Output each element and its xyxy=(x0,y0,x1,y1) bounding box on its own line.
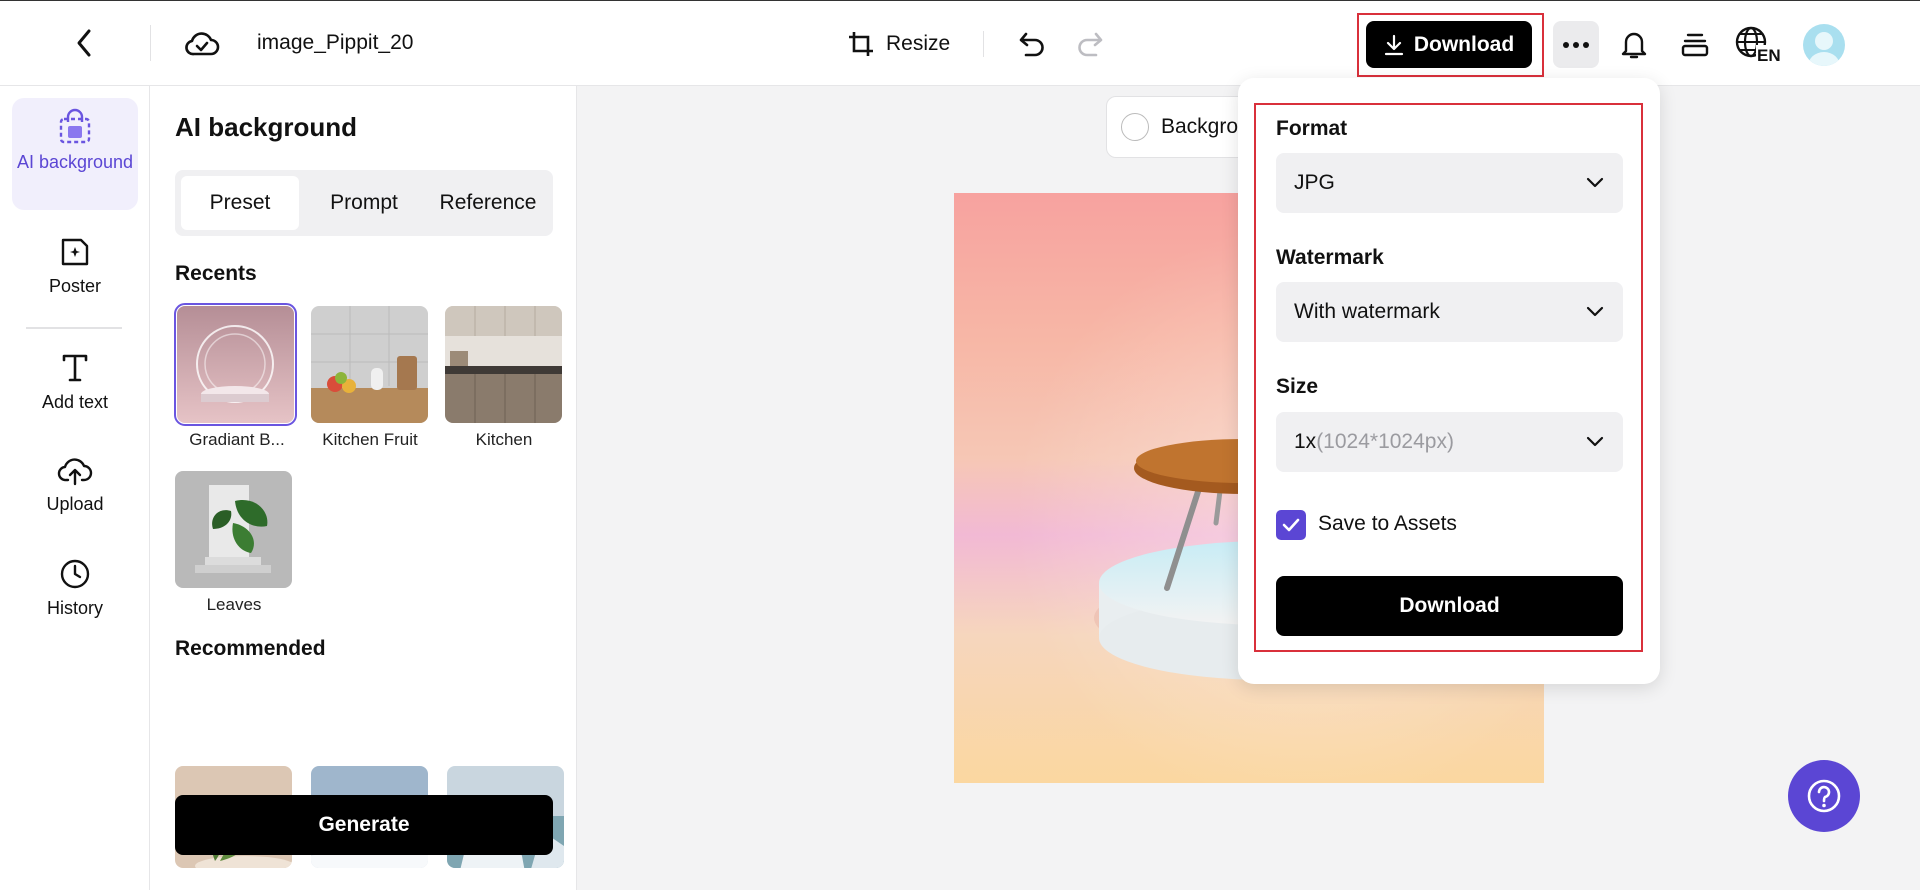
cloud-sync-button[interactable] xyxy=(182,23,222,63)
preset-label: Kitchen xyxy=(475,430,533,449)
save-to-assets-checkbox[interactable] xyxy=(1276,510,1306,540)
tab-reference[interactable]: Reference xyxy=(429,176,547,230)
undo-button[interactable] xyxy=(1014,25,1050,63)
text-icon xyxy=(62,354,88,382)
resize-button[interactable]: Resize xyxy=(846,23,950,65)
preset-label: Leaves xyxy=(206,595,262,614)
kitchen-fruit-preview-image xyxy=(311,306,428,423)
kitchen-preview-image xyxy=(445,306,562,423)
ai-background-panel: AI background Preset Prompt Reference Re… xyxy=(150,86,577,890)
avatar[interactable] xyxy=(1803,24,1845,66)
chevron-down-icon xyxy=(1586,436,1604,447)
size-select[interactable]: 1x(1024*1024px) xyxy=(1276,412,1623,472)
redo-button[interactable] xyxy=(1072,25,1108,63)
divider xyxy=(983,31,984,57)
redo-icon xyxy=(1078,32,1103,57)
format-value: JPG xyxy=(1294,171,1335,194)
help-button[interactable] xyxy=(1788,760,1860,832)
left-rail: AI background Poster Add text Upload His… xyxy=(0,86,150,890)
tab-prompt[interactable]: Prompt xyxy=(305,176,423,230)
rail-item-add-text[interactable]: Add text xyxy=(12,352,138,422)
lang-text: EN xyxy=(1757,46,1781,63)
size-value-group: 1x(1024*1024px) xyxy=(1294,430,1454,454)
bag-icon xyxy=(59,108,91,144)
preset-thumb-gradiant[interactable] xyxy=(174,303,297,426)
size-hint: (1024*1024px) xyxy=(1316,430,1454,453)
divider xyxy=(150,25,151,61)
layers-button[interactable] xyxy=(1675,23,1715,65)
rail-label: AI background xyxy=(16,152,134,172)
format-select[interactable]: JPG xyxy=(1276,153,1623,213)
tab-group: Preset Prompt Reference xyxy=(175,170,553,236)
format-label: Format xyxy=(1276,117,1348,140)
tab-preset[interactable]: Preset xyxy=(181,176,299,230)
save-to-assets-label[interactable]: Save to Assets xyxy=(1318,512,1457,536)
gradiant-preview-image xyxy=(177,306,294,423)
leaves-preview-image xyxy=(175,471,292,588)
preset-thumb-kitchen[interactable] xyxy=(445,306,562,423)
download-button[interactable]: Download xyxy=(1366,21,1532,68)
bell-icon xyxy=(1621,32,1647,59)
poster-icon xyxy=(61,238,89,266)
rail-item-history[interactable]: History xyxy=(12,558,138,628)
resize-label: Resize xyxy=(886,32,951,55)
preset-thumb-leaves[interactable] xyxy=(175,471,292,588)
panel-title: AI background xyxy=(175,112,358,142)
chevron-down-icon xyxy=(1586,306,1604,317)
globe-icon: EN xyxy=(1735,26,1782,63)
recents-heading: Recents xyxy=(175,262,257,285)
size-value: 1x xyxy=(1294,430,1317,453)
undo-icon xyxy=(1019,32,1044,57)
question-icon xyxy=(1807,779,1841,813)
rail-divider xyxy=(26,327,122,329)
user-avatar-icon xyxy=(1808,32,1840,66)
watermark-label: Watermark xyxy=(1276,246,1384,269)
download-label: Download xyxy=(1413,32,1515,56)
chevron-down-icon xyxy=(1586,177,1604,188)
generate-button[interactable]: Generate xyxy=(175,795,553,855)
preset-label: Kitchen Fruit xyxy=(322,430,418,449)
more-button[interactable] xyxy=(1553,21,1599,68)
back-button[interactable] xyxy=(66,23,102,63)
menu-download-button[interactable]: Download xyxy=(1276,576,1623,636)
top-bar: image_Pippit_20 Resize Download EN xyxy=(0,0,1920,86)
watermark-select[interactable]: With watermark xyxy=(1276,282,1623,342)
notifications-button[interactable] xyxy=(1614,23,1654,65)
rail-label: Poster xyxy=(48,276,102,296)
checkmark-icon xyxy=(1282,518,1300,532)
preset-thumb-kitchen-fruit[interactable] xyxy=(311,306,428,423)
rail-item-poster[interactable]: Poster xyxy=(12,236,138,306)
watermark-value: With watermark xyxy=(1294,300,1440,323)
more-dots-icon xyxy=(1563,41,1589,48)
clock-icon xyxy=(60,559,90,589)
download-icon xyxy=(1384,34,1403,55)
radio-circle xyxy=(1121,113,1149,141)
rail-label: History xyxy=(46,598,103,618)
layers-icon xyxy=(1681,33,1709,57)
preset-label: Gradiant B... xyxy=(189,430,285,449)
rail-item-ai-background[interactable]: AI background xyxy=(12,98,138,210)
size-label: Size xyxy=(1276,375,1319,398)
rail-item-upload[interactable]: Upload xyxy=(12,456,138,526)
resize-icon xyxy=(849,32,873,56)
rail-label: Add text xyxy=(41,392,109,412)
recommended-heading: Recommended xyxy=(175,637,326,660)
language-button[interactable]: EN xyxy=(1734,23,1782,65)
chevron-left-icon xyxy=(77,29,91,57)
upload-cloud-icon xyxy=(57,458,93,486)
rail-label: Upload xyxy=(46,494,104,514)
file-name[interactable]: image_Pippit_20 xyxy=(257,31,417,55)
cloud-check-icon xyxy=(185,32,220,56)
